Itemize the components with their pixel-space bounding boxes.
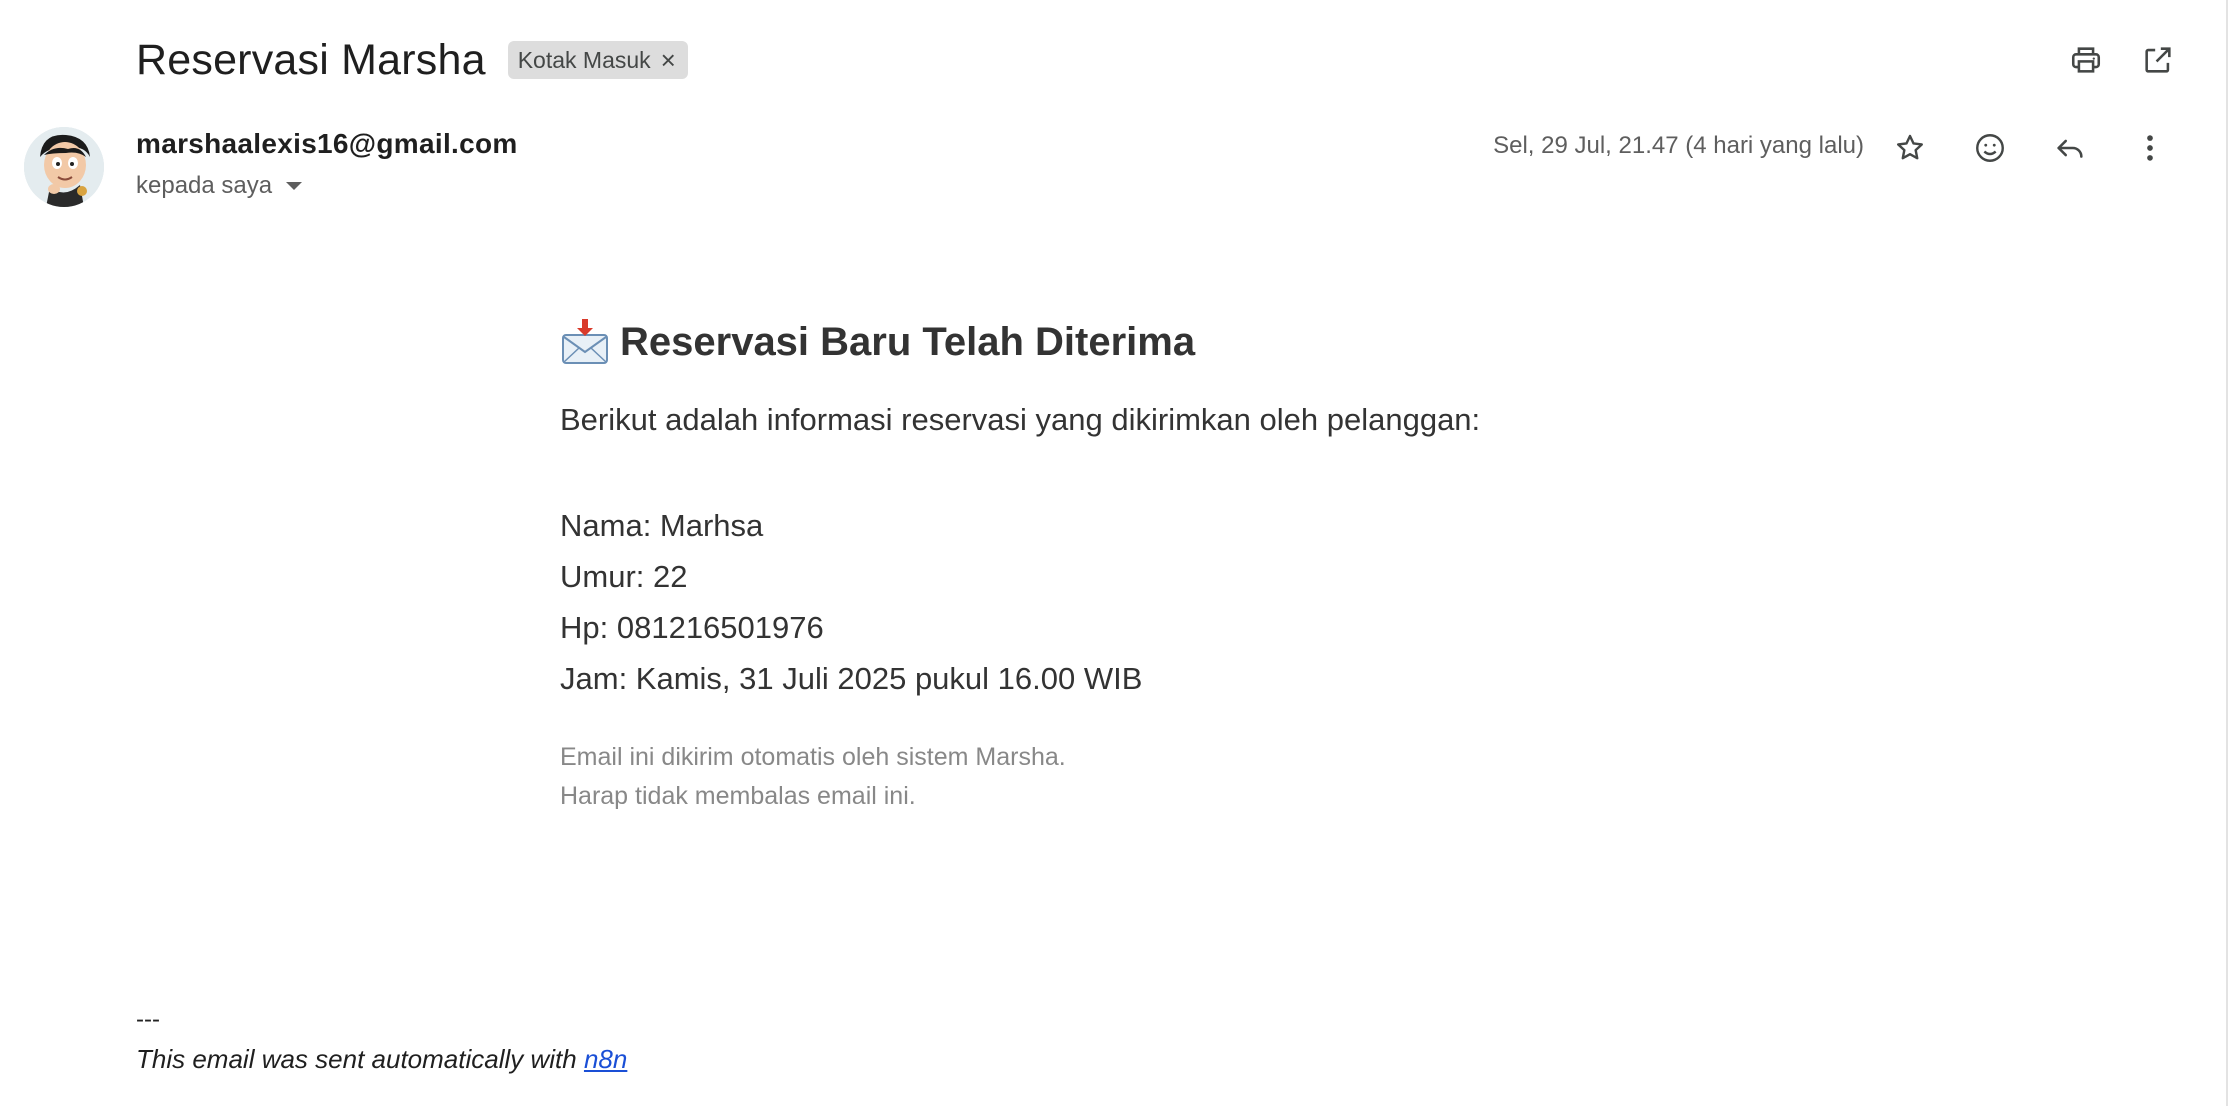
detail-time: Jam: Kamis, 31 Juli 2025 pukul 16.00 WIB	[560, 661, 1143, 696]
message-date: Sel, 29 Jul, 21.47 (4 hari yang lalu)	[1493, 132, 1864, 159]
detail-name: Nama: Marhsa	[560, 508, 764, 543]
print-icon[interactable]	[2064, 38, 2108, 82]
detail-age: Umur: 22	[560, 559, 688, 594]
intro-text: Berikut adalah informasi reservasi yang …	[560, 402, 1481, 437]
thread-actions	[2028, 38, 2228, 82]
footer-note: Email ini dikirim otomatis oleh sistem M…	[560, 738, 1660, 816]
caret-down-icon	[286, 182, 303, 190]
body-heading-text: Reservasi Baru Telah Diterima	[620, 319, 1196, 364]
detail-phone: Hp: 081216501976	[560, 610, 824, 645]
label-chip-text: Kotak Masuk	[517, 46, 651, 73]
reservation-details: Nama: Marhsa Umur: 22 Hp: 081216501976 J…	[560, 500, 1660, 704]
recipient-details-toggle[interactable]: kepada saya	[136, 172, 303, 200]
sender-email[interactable]: marshaalexis16@gmail.com	[136, 128, 518, 160]
remove-label-icon[interactable]: ×	[661, 45, 676, 76]
reply-icon[interactable]	[2048, 126, 2092, 170]
emoji-reaction-icon[interactable]	[1968, 126, 2012, 170]
n8n-link[interactable]: n8n	[584, 1044, 627, 1074]
subject-row: Reservasi Marsha Kotak Masuk ×	[136, 30, 688, 90]
incoming-envelope-icon	[562, 319, 608, 364]
body-heading: Reservasi Baru Telah Diterima	[560, 312, 1660, 372]
footer-line: Harap tidak membalas email ini.	[560, 782, 916, 810]
recipient-label: kepada saya	[136, 172, 273, 199]
more-vert-icon[interactable]	[2128, 126, 2172, 170]
message-body: Reservasi Baru Telah Diterima Berikut ad…	[560, 312, 1660, 816]
avatar[interactable]	[24, 127, 104, 207]
footer-line: Email ini dikirim otomatis oleh sistem M…	[560, 743, 1066, 771]
message-actions	[1888, 126, 2228, 170]
label-chip[interactable]: Kotak Masuk ×	[507, 41, 688, 79]
signature-line: This email was sent automatically with n…	[136, 1044, 627, 1075]
email-view: Reservasi Marsha Kotak Masuk × marshaale…	[0, 0, 2228, 1106]
signature-text: This email was sent automatically with	[136, 1044, 584, 1074]
email-subject: Reservasi Marsha	[136, 36, 486, 84]
signature-separator: ---	[136, 1006, 160, 1033]
star-icon[interactable]	[1888, 126, 1932, 170]
open-in-new-window-icon[interactable]	[2136, 38, 2180, 82]
